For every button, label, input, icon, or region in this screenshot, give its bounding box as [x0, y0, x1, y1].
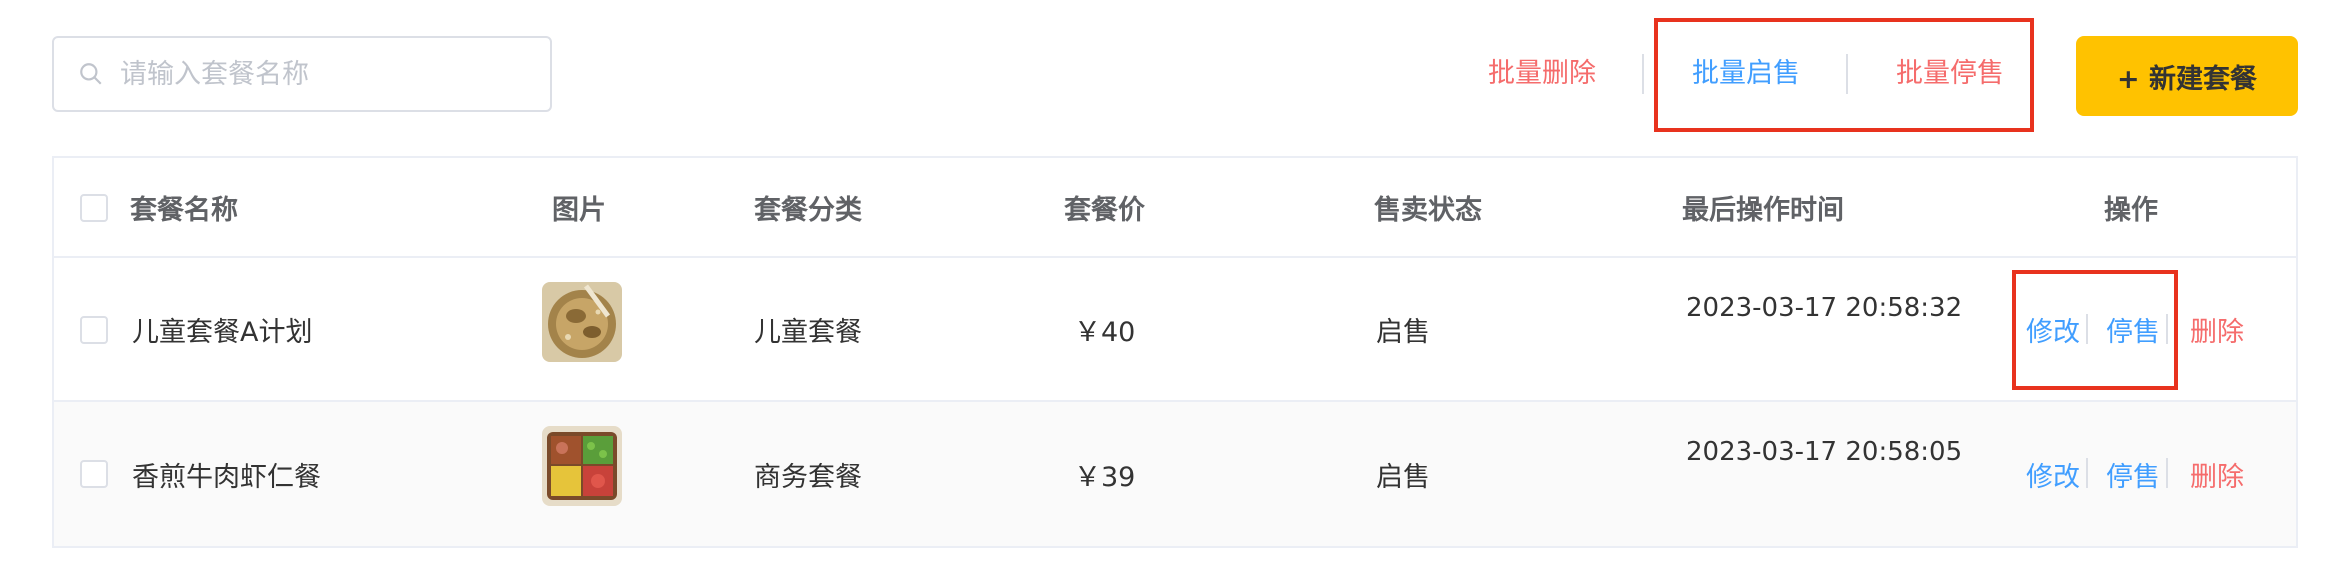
- header-category: 套餐分类: [754, 194, 862, 226]
- row-checkbox[interactable]: [80, 316, 108, 344]
- combo-image: [542, 282, 622, 362]
- combo-updated-time: 2023-03-17 20:58:32: [1686, 293, 1963, 323]
- action-divider: [2086, 458, 2088, 488]
- table-header-row: 套餐名称 图片 套餐分类 套餐价 售卖状态 最后操作时间 操作: [54, 158, 2296, 258]
- combo-name: 香煎牛肉虾仁餐: [132, 461, 321, 493]
- header-price: 套餐价: [1064, 194, 1145, 226]
- combo-status: 启售: [1376, 461, 1430, 493]
- header-actions: 操作: [2104, 194, 2158, 226]
- disable-button[interactable]: 停售: [2106, 402, 2160, 546]
- header-status: 售卖状态: [1374, 194, 1482, 226]
- combo-category: 儿童套餐: [754, 316, 862, 348]
- table-row: 香煎牛肉虾仁餐 商务套餐 ￥39 启售 2023-03-17 20:58:05 …: [54, 402, 2296, 546]
- combo-price: ￥39: [1074, 461, 1136, 493]
- toolbar: 批量删除 批量启售 批量停售 + 新建套餐: [0, 0, 2340, 150]
- action-divider: [2166, 458, 2168, 488]
- select-all-checkbox[interactable]: [80, 194, 108, 222]
- search-box[interactable]: [52, 36, 552, 112]
- delete-button[interactable]: 删除: [2190, 402, 2244, 546]
- combo-status: 启售: [1376, 316, 1430, 348]
- header-image: 图片: [552, 194, 606, 226]
- header-time: 最后操作时间: [1682, 194, 1844, 226]
- delete-button[interactable]: 删除: [2190, 258, 2244, 400]
- toolbar-divider: [1642, 54, 1644, 94]
- highlight-box: [2012, 270, 2178, 390]
- combo-updated-time: 2023-03-17 20:58:05: [1686, 437, 1963, 467]
- combo-name: 儿童套餐A计划: [132, 316, 313, 348]
- combo-price: ￥40: [1074, 316, 1136, 348]
- edit-button[interactable]: 修改: [2026, 402, 2080, 546]
- row-checkbox[interactable]: [80, 460, 108, 488]
- highlight-box: [1654, 18, 2034, 132]
- combo-image: [542, 426, 622, 506]
- new-combo-button[interactable]: + 新建套餐: [2076, 36, 2298, 116]
- search-icon: [80, 63, 102, 85]
- search-input[interactable]: [118, 57, 522, 91]
- combo-table: 套餐名称 图片 套餐分类 套餐价 售卖状态 最后操作时间 操作 儿童套餐A计划 …: [52, 156, 2298, 548]
- batch-delete-button[interactable]: 批量删除: [1488, 52, 1596, 96]
- combo-category: 商务套餐: [754, 461, 862, 493]
- table-row: 儿童套餐A计划 儿童套餐 ￥40 启售 2023-03-17 20:58:32 …: [54, 258, 2296, 402]
- header-name: 套餐名称: [130, 194, 238, 226]
